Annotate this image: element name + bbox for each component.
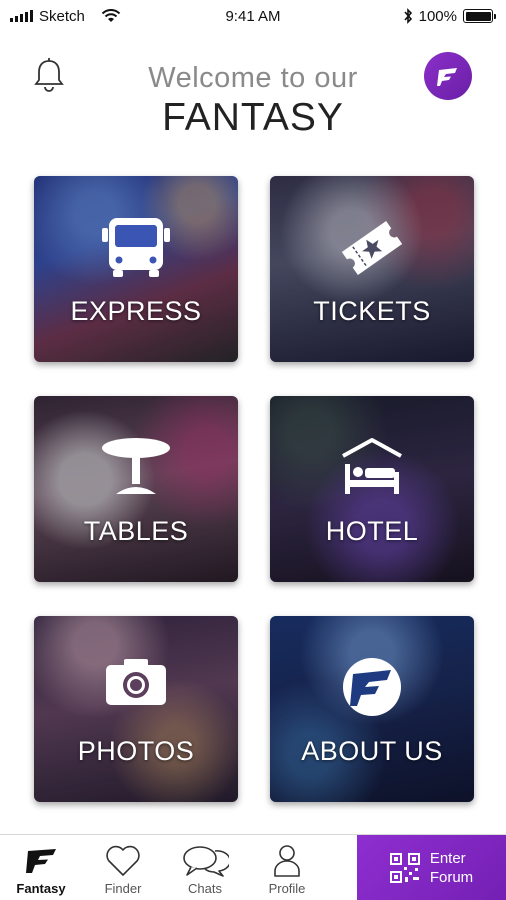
enter-forum-line1: Enter	[429, 849, 466, 867]
camera-icon	[106, 659, 166, 705]
tile-label: TABLES	[83, 516, 189, 546]
fantasy-logo-button[interactable]	[424, 52, 472, 100]
tile-label: TICKETS	[313, 296, 431, 326]
hotel-bed-icon	[342, 438, 402, 494]
nav-label: Profile	[268, 881, 306, 896]
ticket-icon	[341, 221, 403, 275]
nav-label: Finder	[104, 881, 142, 896]
tile-tickets[interactable]: TICKETS	[270, 176, 474, 362]
fantasy-logo-icon	[343, 658, 401, 716]
bluetooth-icon	[404, 8, 412, 24]
tile-hotel[interactable]: HOTEL	[270, 396, 474, 582]
enter-forum-button[interactable]: Enter Forum	[357, 835, 506, 900]
tile-about-us[interactable]: ABOUT US	[270, 616, 474, 802]
nav-item-finder[interactable]: Finder	[82, 835, 164, 900]
tile-photos[interactable]: PHOTOS	[34, 616, 238, 802]
nav-item-profile[interactable]: Profile	[246, 835, 328, 900]
tile-label: ABOUT US	[301, 736, 443, 766]
carrier-label: Sketch	[39, 7, 85, 25]
nav-label: Chats	[188, 881, 222, 896]
nav-item-fantasy[interactable]: Fantasy	[0, 835, 82, 900]
table-icon	[102, 438, 170, 494]
chat-bubbles-icon	[183, 846, 229, 877]
page-title: FANTASY	[162, 96, 344, 139]
bus-icon	[102, 218, 170, 277]
user-icon	[274, 845, 300, 877]
signal-icon	[10, 10, 33, 22]
tile-tables[interactable]: TABLES	[34, 396, 238, 582]
status-bar: Sketch 9:41 AM 100%	[0, 0, 506, 32]
nav-label: Fantasy	[16, 881, 66, 896]
battery-percent: 100%	[418, 7, 457, 25]
fantasy-logo-icon	[26, 849, 56, 873]
enter-forum-line2: Forum	[429, 868, 474, 886]
heart-icon	[106, 845, 140, 876]
tile-label: EXPRESS	[70, 296, 202, 326]
qr-code-icon	[389, 852, 420, 883]
tile-label: PHOTOS	[77, 736, 195, 766]
nav-item-chats[interactable]: Chats	[164, 835, 246, 900]
tile-express[interactable]: EXPRESS	[34, 176, 238, 362]
wifi-icon	[101, 9, 121, 22]
fantasy-logo-icon	[437, 68, 457, 86]
battery-icon	[463, 9, 496, 23]
tile-label: HOTEL	[325, 516, 419, 546]
home-screen: Sketch 9:41 AM 100% Welcome to our FANTA	[0, 0, 506, 900]
